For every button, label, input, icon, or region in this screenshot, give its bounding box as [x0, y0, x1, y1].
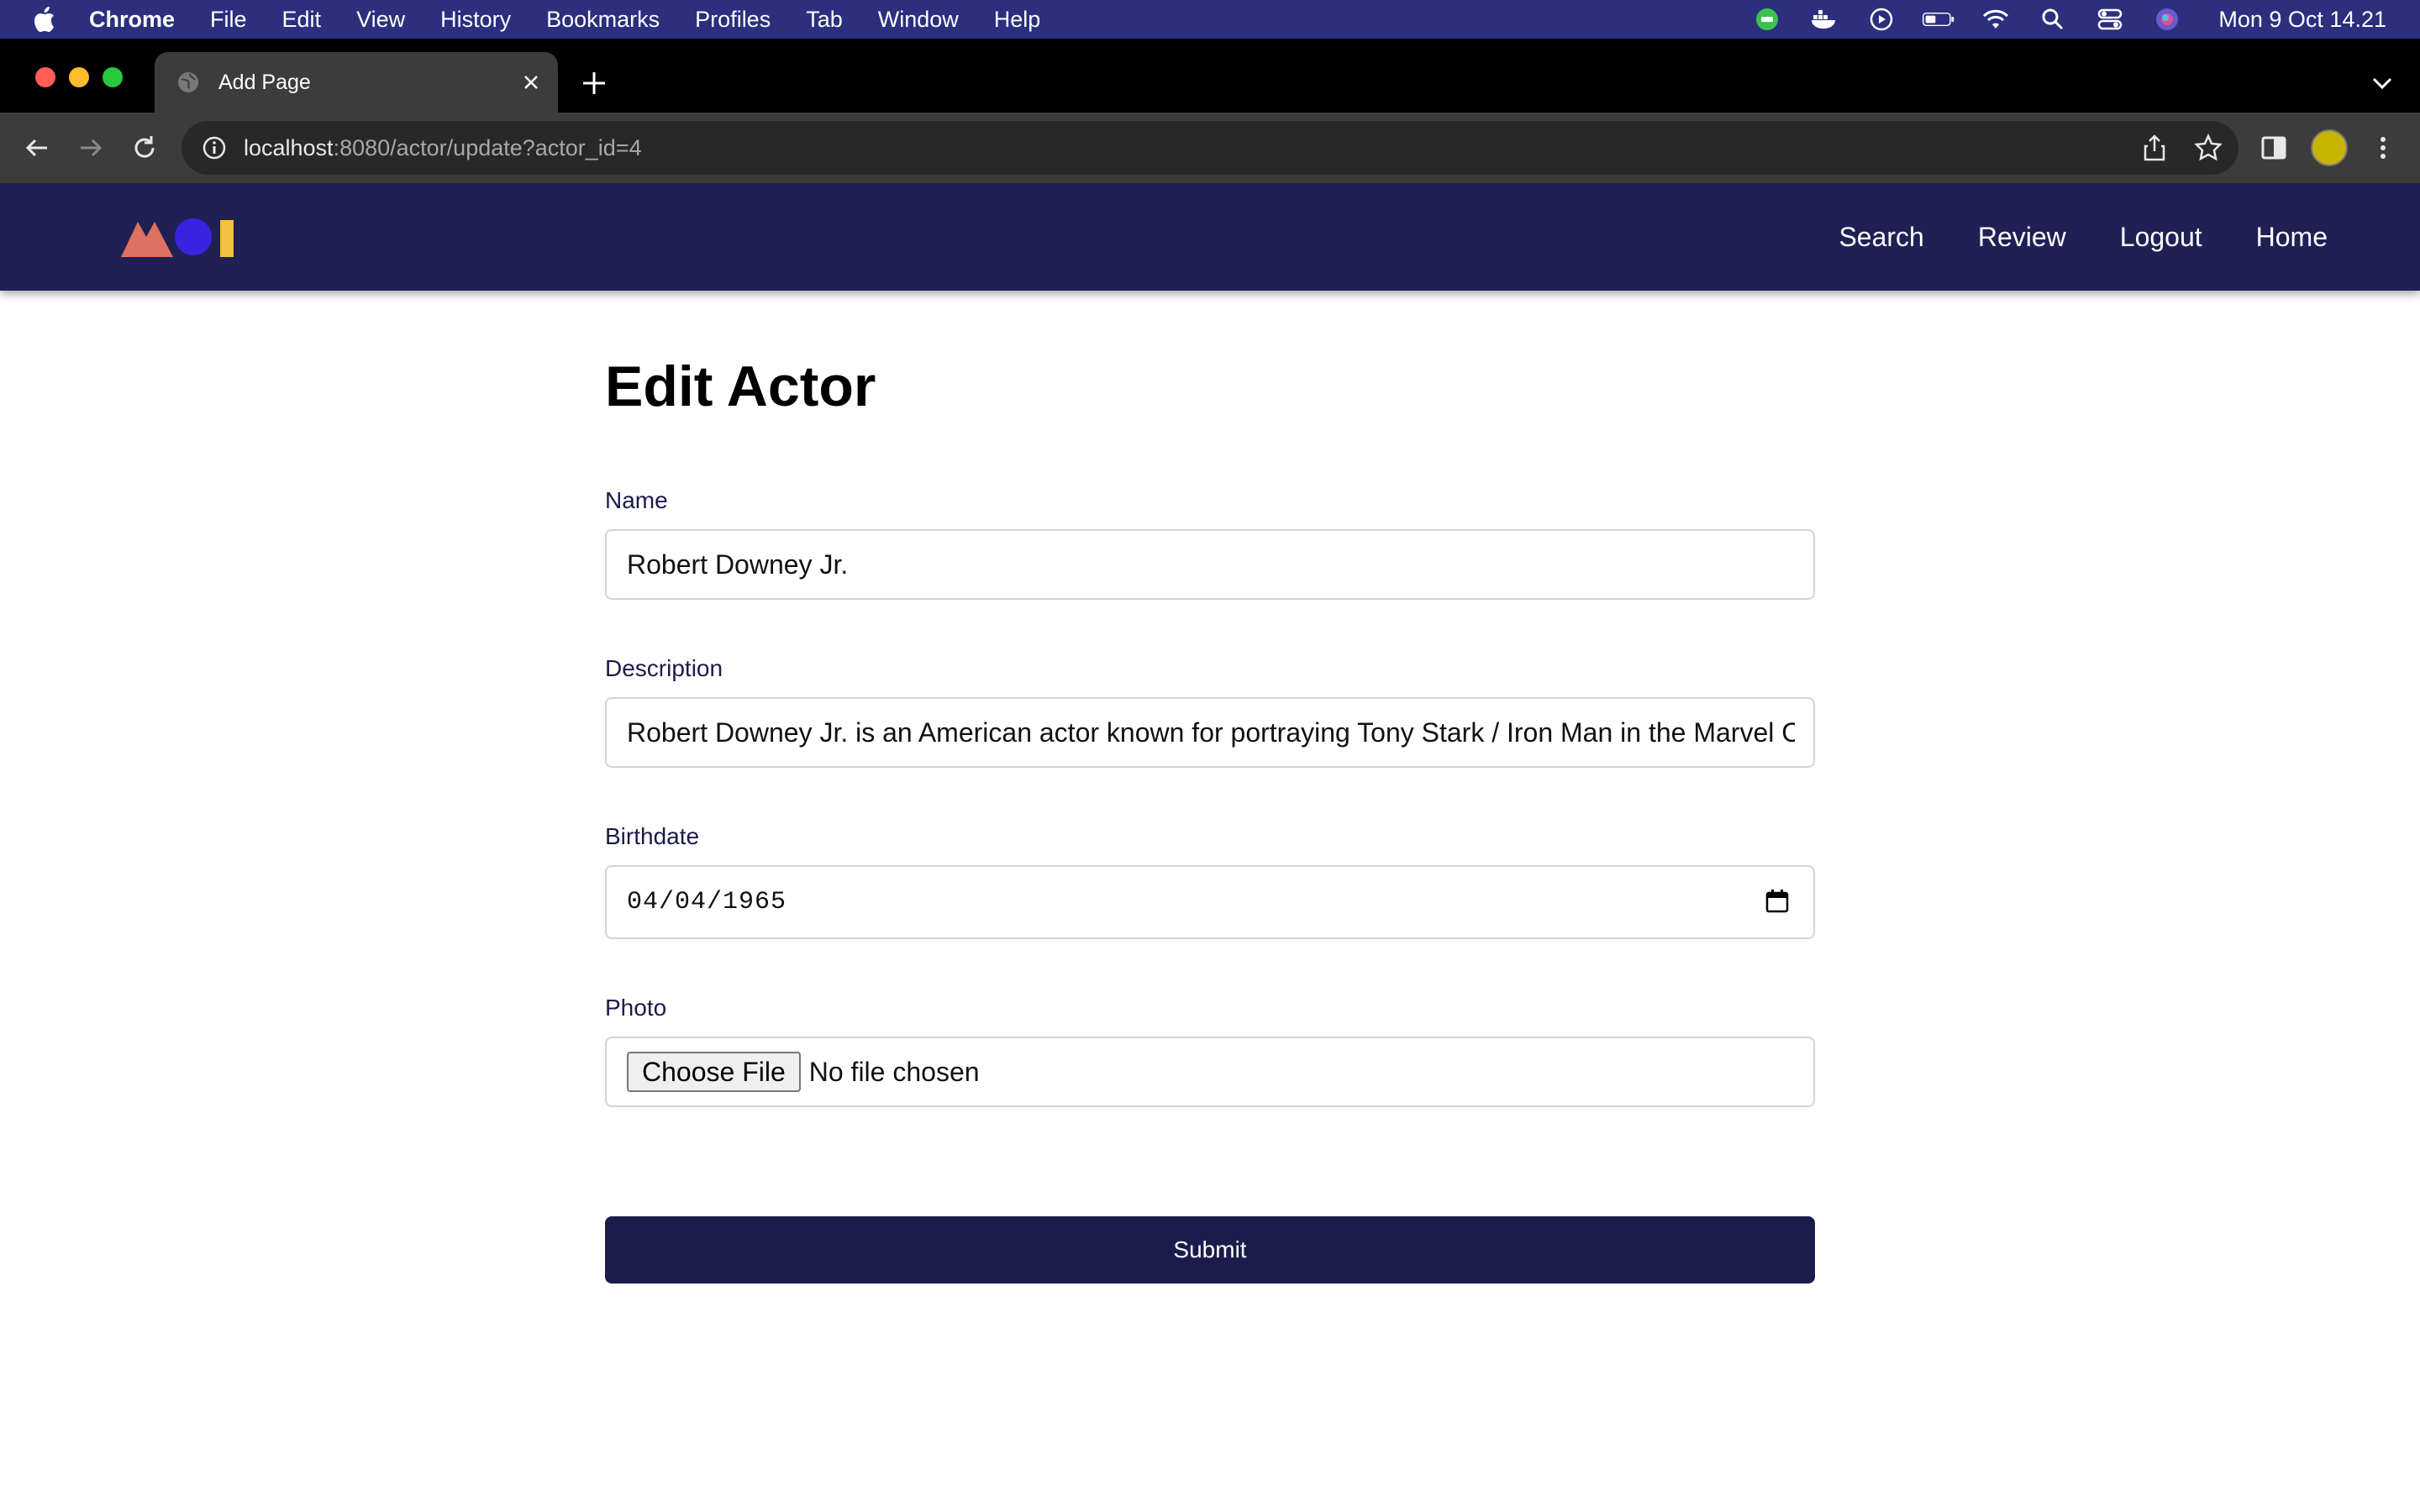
page-title: Edit Actor [605, 354, 876, 418]
address-bar[interactable]: localhost:8080/actor/update?actor_id=4 [182, 121, 2238, 175]
browser-toolbar: localhost:8080/actor/update?actor_id=4 [0, 113, 2420, 183]
site-navbar: Search Review Logout Home [0, 183, 2420, 291]
url-path: :8080/actor/update?actor_id=4 [333, 134, 642, 160]
macos-menu-bar: Chrome File Edit View History Bookmarks … [0, 0, 2420, 39]
nav-link-home[interactable]: Home [2256, 222, 2328, 253]
bookmark-star-icon[interactable] [2193, 133, 2223, 163]
submit-button[interactable]: Submit [605, 1216, 1815, 1284]
line-app-icon[interactable] [1751, 7, 1783, 32]
tab-search-chevron-icon[interactable] [2370, 72, 2395, 94]
menu-edit[interactable]: Edit [282, 7, 322, 33]
docker-icon[interactable] [1808, 7, 1840, 32]
edit-actor-form: Edit Actor Name Robert Downey Jr. Descri… [605, 353, 1815, 1284]
back-arrow-icon[interactable] [20, 131, 54, 165]
menu-help[interactable]: Help [994, 7, 1041, 33]
globe-icon [178, 72, 198, 92]
nav-link-review[interactable]: Review [1978, 222, 2066, 253]
control-center-icon[interactable] [2094, 7, 2126, 32]
file-status-text: No file chosen [808, 1056, 980, 1087]
choose-file-button[interactable]: Choose File [627, 1052, 801, 1092]
menu-tab[interactable]: Tab [806, 7, 843, 33]
reload-icon[interactable] [128, 131, 161, 165]
spotlight-search-icon[interactable] [2037, 7, 2069, 32]
calendar-icon[interactable] [1765, 889, 1790, 914]
forward-arrow-icon[interactable] [74, 131, 108, 165]
new-tab-icon[interactable] [580, 69, 608, 97]
media-play-icon[interactable] [1865, 7, 1897, 32]
tab-title: Add Page [218, 70, 311, 94]
window-zoom-button[interactable] [103, 67, 123, 87]
name-input[interactable]: Robert Downey Jr. [605, 529, 1815, 600]
site-logo[interactable] [121, 215, 239, 257]
battery-icon[interactable] [1923, 7, 1954, 32]
photo-file-input[interactable]: Choose File No file chosen [605, 1037, 1815, 1107]
menu-profiles[interactable]: Profiles [695, 7, 771, 33]
photo-label: Photo [605, 995, 667, 1021]
description-value: Robert Downey Jr. is an American actor k… [627, 717, 1795, 748]
site-info-icon[interactable] [202, 135, 227, 160]
nav-link-search[interactable]: Search [1839, 222, 1923, 253]
birthdate-value: 04/04/1965 [627, 888, 787, 916]
tab-close-icon[interactable] [519, 71, 543, 94]
profile-avatar[interactable] [2311, 129, 2348, 166]
browser-tab-active[interactable]: Add Page [155, 52, 558, 113]
browser-tab-strip: Add Page [0, 39, 2420, 113]
name-value: Robert Downey Jr. [627, 549, 849, 580]
birthdate-input[interactable]: 04/04/1965 [605, 865, 1815, 939]
url-host: localhost [244, 134, 334, 160]
side-panel-icon[interactable] [2259, 133, 2289, 163]
url-text[interactable]: localhost:8080/actor/update?actor_id=4 [244, 135, 642, 161]
name-label: Name [605, 487, 668, 513]
wifi-icon[interactable] [1980, 7, 2012, 32]
site-nav-links: Search Review Logout Home [1839, 183, 2328, 291]
menu-bookmarks[interactable]: Bookmarks [546, 7, 660, 33]
nav-link-logout[interactable]: Logout [2120, 222, 2202, 253]
share-icon[interactable] [2139, 133, 2170, 163]
menubar-clock[interactable]: Mon 9 Oct 14.21 [2218, 7, 2386, 33]
menu-view[interactable]: View [356, 7, 405, 33]
menu-app-name[interactable]: Chrome [89, 7, 175, 33]
apple-icon[interactable] [32, 7, 57, 32]
menu-window[interactable]: Window [878, 7, 959, 33]
siri-icon[interactable] [2151, 7, 2183, 32]
menu-file[interactable]: File [210, 7, 247, 33]
description-label: Description [605, 655, 723, 681]
window-minimize-button[interactable] [69, 67, 89, 87]
birthdate-label: Birthdate [605, 823, 700, 849]
window-close-button[interactable] [35, 67, 55, 87]
more-options-icon[interactable] [2368, 133, 2398, 163]
menu-history[interactable]: History [440, 7, 511, 33]
description-input[interactable]: Robert Downey Jr. is an American actor k… [605, 697, 1815, 768]
